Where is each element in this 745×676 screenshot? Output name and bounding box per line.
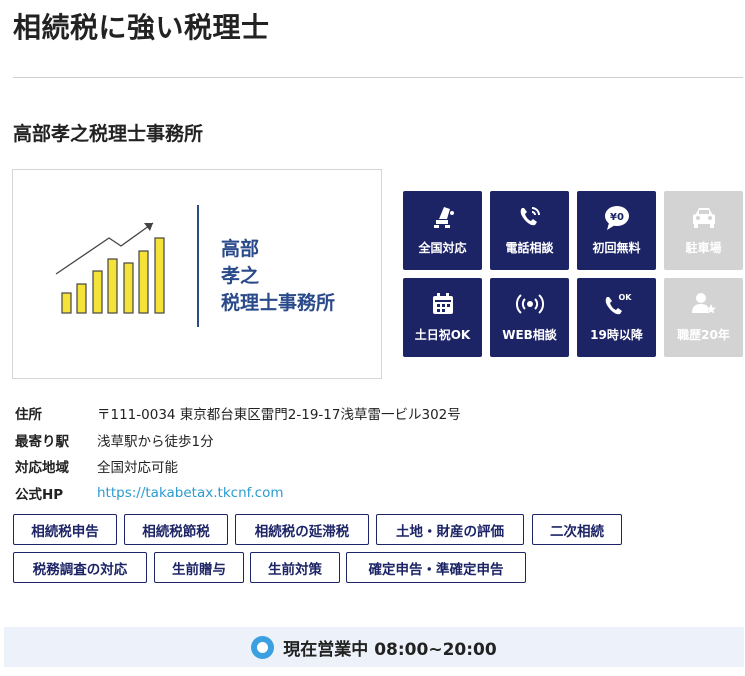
title-divider xyxy=(13,77,743,78)
logo-text: 高部 孝之 税理士事務所 xyxy=(221,236,335,317)
feature-career-20: 職歴20年 xyxy=(664,278,743,357)
logo-line-1: 高部 xyxy=(221,238,260,260)
tag-item[interactable]: 相続税の延滞税 xyxy=(235,514,369,545)
feature-web-consult: WEB相談 xyxy=(490,278,569,357)
info-row-station: 最寄り駅 浅草駅から徒歩1分 xyxy=(15,427,461,454)
feature-label: 土日祝OK xyxy=(414,328,471,342)
tag-item[interactable]: 生前対策 xyxy=(250,552,340,583)
business-hours-text: 現在営業中 08:00~20:00 xyxy=(283,639,497,660)
feature-label: 職歴20年 xyxy=(677,328,730,342)
tag-item[interactable]: 二次相続 xyxy=(532,514,622,545)
address-value: 〒111-0034 東京都台東区雷門2-19-17浅草雷一ビル302号 xyxy=(97,407,461,424)
logo-line-2: 孝之 xyxy=(221,265,260,287)
station-value: 浅草駅から徒歩1分 xyxy=(97,433,214,450)
feature-phone-consult: 電話相談 xyxy=(490,191,569,270)
free-icon-text: ¥0 xyxy=(610,212,624,223)
office-info: 住所 〒111-0034 東京都台東区雷門2-19-17浅草雷一ビル302号 最… xyxy=(15,400,461,506)
feature-label: 全国対応 xyxy=(418,241,467,255)
hp-link[interactable]: https://takabetax.tkcnf.com xyxy=(97,485,284,501)
tag-item[interactable]: 確定申告・準確定申告 xyxy=(346,552,526,583)
business-status-bar: 現在営業中 08:00~20:00 xyxy=(4,627,744,667)
phone-icon xyxy=(520,207,540,226)
open-status-icon xyxy=(251,635,275,659)
person-star-icon xyxy=(691,293,716,314)
logo-line-3: 税理士事務所 xyxy=(221,292,336,314)
area-value: 全国対応可能 xyxy=(97,460,178,477)
info-row-area: 対応地域 全国対応可能 xyxy=(15,453,461,480)
tag-item[interactable]: 相続税申告 xyxy=(13,514,117,545)
feature-nationwide: 全国対応 xyxy=(403,191,482,270)
logo-bars xyxy=(61,237,165,314)
tag-item[interactable]: 税務調査の対応 xyxy=(13,552,147,583)
office-name: 高部孝之税理士事務所 xyxy=(13,123,204,145)
feature-weekend: 土日祝OK xyxy=(403,278,482,357)
area-label: 対応地域 xyxy=(15,460,69,477)
broadcast-icon xyxy=(515,294,544,314)
calendar-icon xyxy=(432,293,453,314)
hp-label: 公式HP xyxy=(15,486,64,503)
feature-label: 電話相談 xyxy=(505,241,554,255)
tag-item[interactable]: 相続税節税 xyxy=(124,514,228,545)
phone-ok-icon: OK xyxy=(605,293,632,315)
feature-label: 駐車場 xyxy=(685,241,722,255)
tag-item[interactable]: 生前贈与 xyxy=(154,552,244,583)
station-label: 最寄り駅 xyxy=(15,433,69,450)
seat-icon xyxy=(433,207,454,228)
feature-after-19: OK 19時以降 xyxy=(577,278,656,357)
ok-icon-text: OK xyxy=(618,293,632,302)
info-row-hp: 公式HP https://takabetax.tkcnf.com xyxy=(15,480,461,507)
info-row-address: 住所 〒111-0034 東京都台東区雷門2-19-17浅草雷一ビル302号 xyxy=(15,400,461,427)
tag-item[interactable]: 土地・財産の評価 xyxy=(376,514,524,545)
feature-label: 初回無料 xyxy=(592,241,641,255)
feature-first-free: ¥0 初回無料 xyxy=(577,191,656,270)
feature-label: WEB相談 xyxy=(502,328,557,342)
page-title: 相続税に強い税理士 xyxy=(13,11,270,44)
car-icon xyxy=(692,208,715,228)
address-label: 住所 xyxy=(15,407,42,424)
office-logo: 高部 孝之 税理士事務所 xyxy=(12,169,382,379)
feature-parking: 駐車場 xyxy=(664,191,743,270)
feature-label: 19時以降 xyxy=(590,328,643,342)
free-yen-bubble-icon: ¥0 xyxy=(604,206,629,230)
